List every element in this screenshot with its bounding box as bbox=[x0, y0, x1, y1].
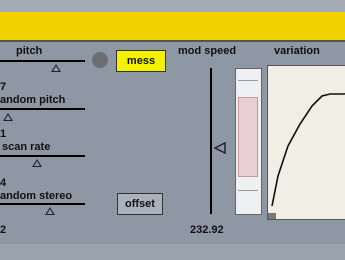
scan-rate-slider-handle-icon[interactable] bbox=[32, 159, 42, 167]
bottom-value: 2 bbox=[0, 224, 7, 236]
random-pitch-value: 7 bbox=[0, 81, 7, 93]
slider-tick-top bbox=[238, 80, 258, 81]
header-bar bbox=[0, 12, 345, 40]
mess-button[interactable]: mess bbox=[116, 50, 166, 72]
pitch-slider-line[interactable] bbox=[0, 60, 85, 62]
status-indicator-dot bbox=[92, 52, 108, 68]
bottom-strip bbox=[0, 244, 345, 260]
random-pitch-slider-handle-icon[interactable] bbox=[3, 113, 13, 121]
random-pitch-slider-line[interactable] bbox=[0, 108, 85, 110]
mod-speed-label: mod speed bbox=[178, 45, 237, 57]
random-stereo-label: andom stereo bbox=[0, 190, 73, 202]
random-pitch-label: andom pitch bbox=[0, 94, 66, 106]
pitch-slider-handle-icon[interactable] bbox=[51, 64, 61, 72]
window-title-bar bbox=[0, 0, 345, 12]
mod-speed-value: 232.92 bbox=[190, 224, 224, 236]
mod-speed-range[interactable] bbox=[238, 97, 258, 177]
header-divider bbox=[0, 40, 345, 42]
random-stereo-slider-handle-icon[interactable] bbox=[45, 207, 55, 215]
variation-graph[interactable] bbox=[267, 65, 345, 220]
scan-rate-label: scan rate bbox=[2, 141, 51, 153]
mod-speed-pointer-icon[interactable] bbox=[214, 142, 226, 154]
slider-tick-bottom bbox=[238, 190, 258, 191]
scan-rate-slider-line[interactable] bbox=[0, 155, 85, 157]
scan-rate-value: 1 bbox=[0, 128, 7, 140]
variation-label: variation bbox=[274, 45, 320, 57]
variation-curve bbox=[268, 93, 345, 219]
random-stereo-slider-line[interactable] bbox=[0, 203, 85, 205]
pitch-label: pitch bbox=[16, 45, 43, 57]
offset-button[interactable]: offset bbox=[117, 193, 163, 215]
random-stereo-value: 4 bbox=[0, 177, 7, 189]
mod-speed-scale-line bbox=[210, 68, 212, 214]
